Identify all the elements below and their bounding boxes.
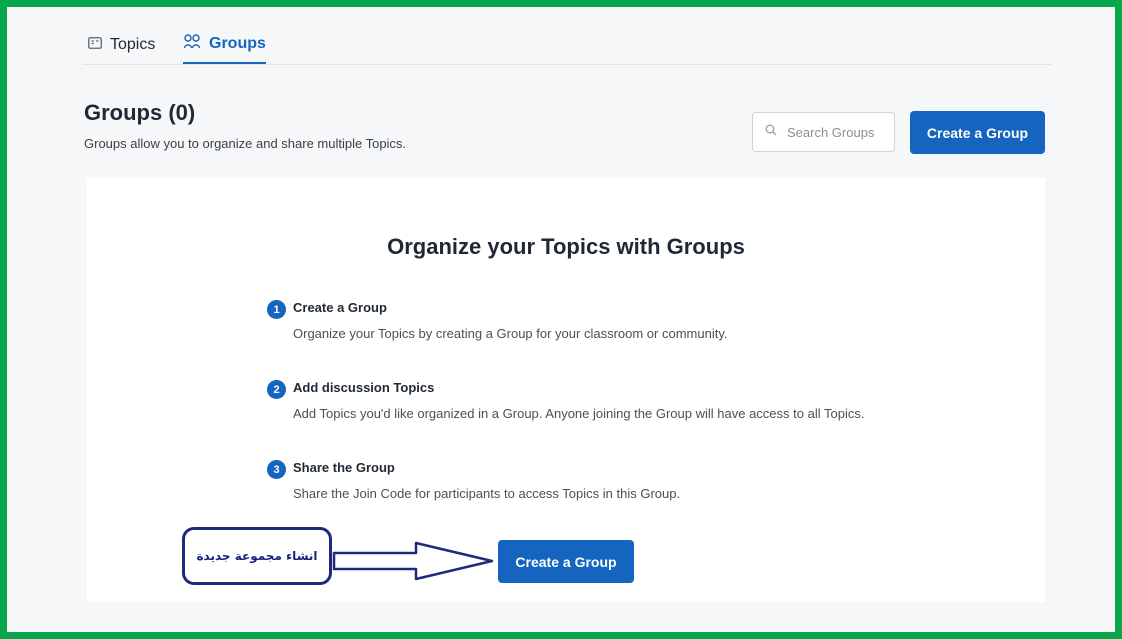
groups-icon xyxy=(183,33,201,56)
create-group-button-header[interactable]: Create a Group xyxy=(910,111,1045,154)
tab-groups[interactable]: Groups xyxy=(183,26,266,64)
step-title: Create a Group xyxy=(293,300,387,315)
search-input[interactable] xyxy=(785,123,889,141)
page-title: Groups (0) xyxy=(84,100,196,125)
step-number-badge: 3 xyxy=(267,460,286,479)
create-group-button-card[interactable]: Create a Group xyxy=(498,540,634,583)
empty-state-title: Organize your Topics with Groups xyxy=(387,234,745,259)
arrow-right-icon xyxy=(332,541,494,581)
annotation-callout: انشاء مجموعة جديدة xyxy=(182,527,332,585)
search-box xyxy=(752,112,895,152)
step-title: Share the Group xyxy=(293,460,395,475)
tab-topics-label: Topics xyxy=(110,35,156,53)
step-description: Add Topics you'd like organized in a Gro… xyxy=(293,406,865,421)
search-icon xyxy=(765,123,777,141)
tab-groups-label: Groups xyxy=(209,35,266,52)
page-subtitle: Groups allow you to organize and share m… xyxy=(84,136,407,151)
step-number-badge: 2 xyxy=(267,380,286,399)
step-title: Add discussion Topics xyxy=(293,380,435,395)
tab-bar: Topics Groups xyxy=(82,26,1052,65)
step-description: Organize your Topics by creating a Group… xyxy=(293,326,728,341)
topics-icon xyxy=(88,36,102,54)
step-description: Share the Join Code for participants to … xyxy=(293,486,681,501)
tab-topics[interactable]: Topics xyxy=(88,26,155,63)
step-number-badge: 1 xyxy=(267,300,286,319)
